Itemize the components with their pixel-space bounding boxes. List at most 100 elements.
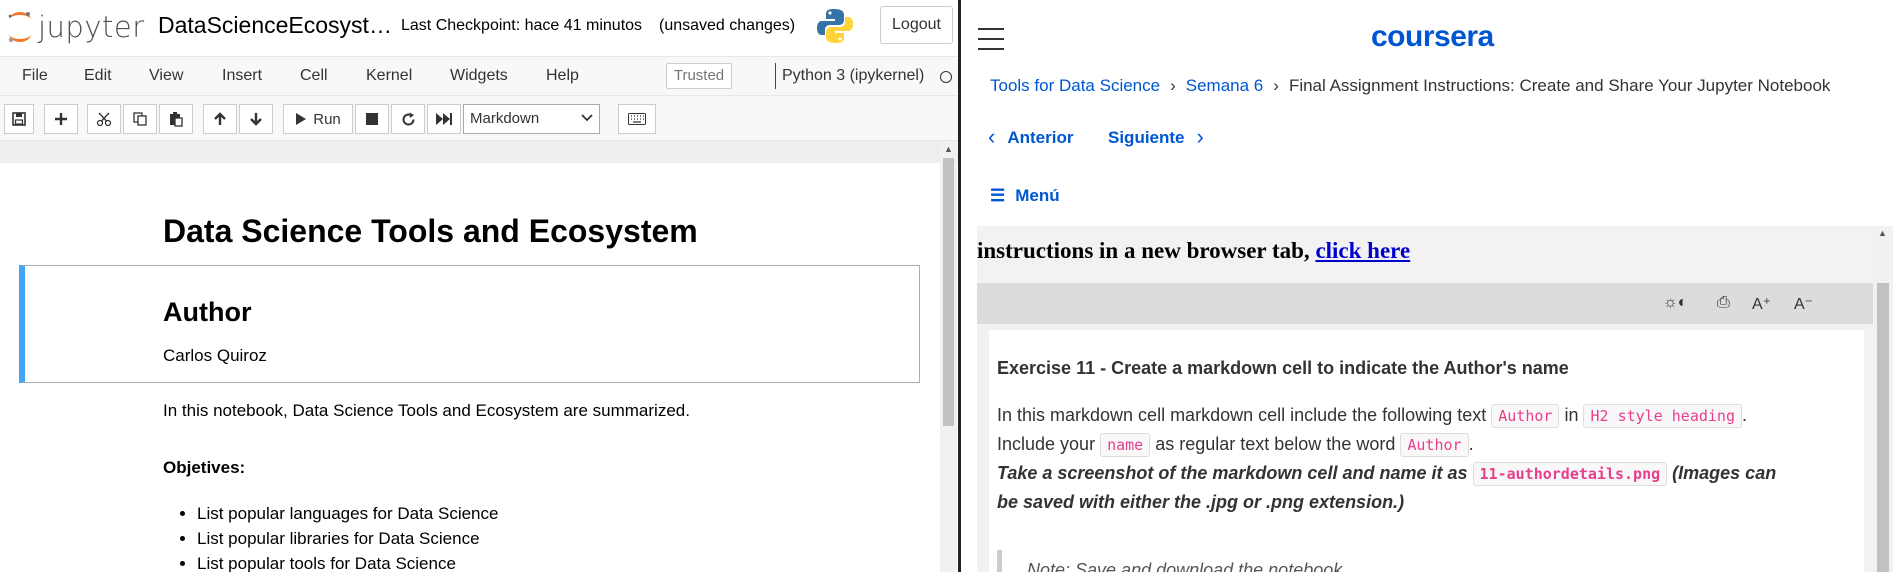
menu-edit[interactable]: Edit — [84, 67, 112, 85]
selected-cell[interactable] — [19, 265, 920, 383]
menu-cell[interactable]: Cell — [300, 67, 328, 85]
code-snippet: 11-authordetails.png — [1472, 462, 1668, 486]
menu-insert[interactable]: Insert — [222, 67, 262, 85]
breadcrumb: Tools for Data Science › Semana 6 › Final As… — [990, 76, 1830, 98]
code-snippet: H2 style heading — [1583, 404, 1742, 428]
move-up-button[interactable] — [203, 104, 237, 134]
jupyter-menubar: File Edit View Insert Cell Kernel Widget… — [0, 56, 958, 96]
instructions-text: instructions in a new browser tab, click… — [977, 226, 1410, 265]
assignment-frame: instructions in a new browser tab, click… — [977, 226, 1893, 572]
cut-button[interactable] — [87, 104, 121, 134]
exercise-text: In this markdown cell markdown cell incl… — [997, 405, 1487, 425]
cell-type-select[interactable]: Markdown — [463, 104, 600, 134]
coursera-logo[interactable]: coursera — [1371, 20, 1494, 54]
paste-button[interactable] — [159, 104, 193, 134]
jupyter-toolbar: Run Markdown — [0, 96, 958, 141]
menu-label: Menú — [1015, 186, 1060, 205]
stop-icon — [366, 113, 378, 125]
objectives-list: List popular languages for Data Science … — [197, 501, 498, 572]
kernel-status-icon — [940, 71, 952, 83]
font-increase-icon[interactable]: A⁺ — [1752, 294, 1771, 314]
move-down-button[interactable] — [239, 104, 273, 134]
plus-icon — [55, 113, 67, 125]
interrupt-button[interactable] — [355, 104, 389, 134]
breadcrumb-week[interactable]: Semana 6 — [1186, 76, 1264, 95]
insert-cell-button[interactable] — [44, 104, 78, 134]
theme-toggle-icon[interactable]: ☼◐ — [1663, 294, 1687, 312]
command-palette-button[interactable] — [618, 104, 656, 134]
font-decrease-icon[interactable]: A⁻ — [1794, 294, 1813, 314]
note-border — [997, 550, 1002, 572]
paste-icon — [170, 112, 183, 127]
list-item: List popular tools for Data Science — [197, 551, 498, 572]
coursera-window: coursera Tools for Data Science › Semana 6… — [961, 0, 1893, 572]
code-snippet: name — [1100, 433, 1151, 457]
menu-view[interactable]: View — [149, 67, 183, 85]
previous-button[interactable]: ‹ Anterior — [988, 123, 1073, 149]
frame-scrollbar[interactable]: ▲ — [1873, 226, 1893, 572]
print-icon[interactable]: ⎙ — [1717, 294, 1730, 312]
exercise-text: (Images can — [1672, 463, 1777, 483]
unsaved-status: (unsaved changes) — [659, 17, 796, 34]
next-button[interactable]: Siguiente › — [1108, 123, 1204, 149]
run-icon — [296, 113, 307, 125]
python-logo-icon — [817, 9, 853, 43]
cell-type-value: Markdown — [470, 110, 540, 127]
restart-icon — [402, 112, 415, 125]
jupyter-window: jupyter DataScienceEcosystem Last Checkp… — [0, 0, 958, 572]
run-button[interactable]: Run — [283, 104, 353, 134]
chevron-right-icon: › — [1196, 124, 1204, 149]
chevron-right-icon: › — [1273, 76, 1279, 95]
exercise-text: . — [1468, 434, 1474, 454]
notebook-scrollbar[interactable]: ▲ — [940, 141, 957, 572]
copy-icon — [133, 112, 147, 126]
save-button[interactable] — [4, 104, 34, 134]
exercise-text: Include your — [997, 434, 1096, 454]
exercise-title: Exercise 11 - Create a markdown cell to … — [997, 358, 1569, 378]
previous-label: Anterior — [1007, 128, 1074, 147]
author-heading: Author — [163, 297, 252, 327]
fast-forward-icon — [436, 113, 452, 125]
chevron-down-icon — [581, 114, 593, 122]
exercise-line: Include your name as regular text below … — [997, 433, 1474, 457]
exercise-text: in — [1564, 405, 1579, 425]
arrow-down-icon — [250, 113, 262, 126]
menu-help[interactable]: Help — [546, 67, 579, 85]
instructions-line: instructions in a new browser tab, — [977, 238, 1310, 263]
jupyter-header: jupyter DataScienceEcosystem Last Checkp… — [0, 0, 958, 56]
list-item: List popular languages for Data Science — [197, 501, 498, 526]
menu-file[interactable]: File — [22, 67, 48, 85]
scrollbar-thumb[interactable] — [943, 158, 954, 426]
logout-button[interactable]: Logout — [880, 6, 953, 44]
trusted-indicator[interactable]: Trusted — [666, 63, 732, 89]
chevron-left-icon: ‹ — [988, 124, 996, 149]
scrollbar-thumb[interactable] — [1877, 283, 1889, 572]
menu-widgets[interactable]: Widgets — [450, 67, 508, 85]
exercise-text: . — [1741, 405, 1747, 425]
notebook-title[interactable]: DataScienceEcosystem — [158, 12, 394, 39]
note-text: Note: Save and download the notebook. — [1027, 560, 1348, 572]
exercise-line: In this markdown cell markdown cell incl… — [997, 404, 1747, 428]
jupyter-logo[interactable]: jupyter — [6, 10, 145, 44]
copy-button[interactable] — [123, 104, 157, 134]
breadcrumb-course[interactable]: Tools for Data Science — [990, 76, 1160, 95]
jupyter-logo-icon — [8, 12, 31, 43]
notebook-top-gutter — [0, 141, 958, 163]
keyboard-icon — [628, 113, 646, 125]
kernel-name[interactable]: Python 3 (ipykernel) — [782, 67, 924, 85]
scroll-up-icon[interactable]: ▲ — [1878, 228, 1887, 238]
click-here-link[interactable]: click here — [1315, 238, 1410, 263]
exercise-line: be saved with either the .jpg or .png ex… — [997, 492, 1405, 512]
code-snippet: Author — [1400, 433, 1469, 457]
objectives-heading: Objetives: — [163, 458, 246, 477]
scroll-up-icon[interactable]: ▲ — [944, 144, 953, 154]
menu-button[interactable]: ☰ Menú — [990, 186, 1060, 206]
exercise-text: as regular text below the word — [1155, 434, 1396, 454]
author-name: Carlos Quiroz — [163, 346, 267, 365]
restart-button[interactable] — [391, 104, 425, 134]
chevron-right-icon: › — [1170, 76, 1176, 95]
reader-toolbar: ☼◐ ⎙ A⁺ A⁻ — [977, 283, 1873, 324]
hamburger-menu-icon[interactable] — [978, 28, 1004, 52]
menu-kernel[interactable]: Kernel — [366, 67, 412, 85]
restart-run-all-button[interactable] — [427, 104, 461, 134]
